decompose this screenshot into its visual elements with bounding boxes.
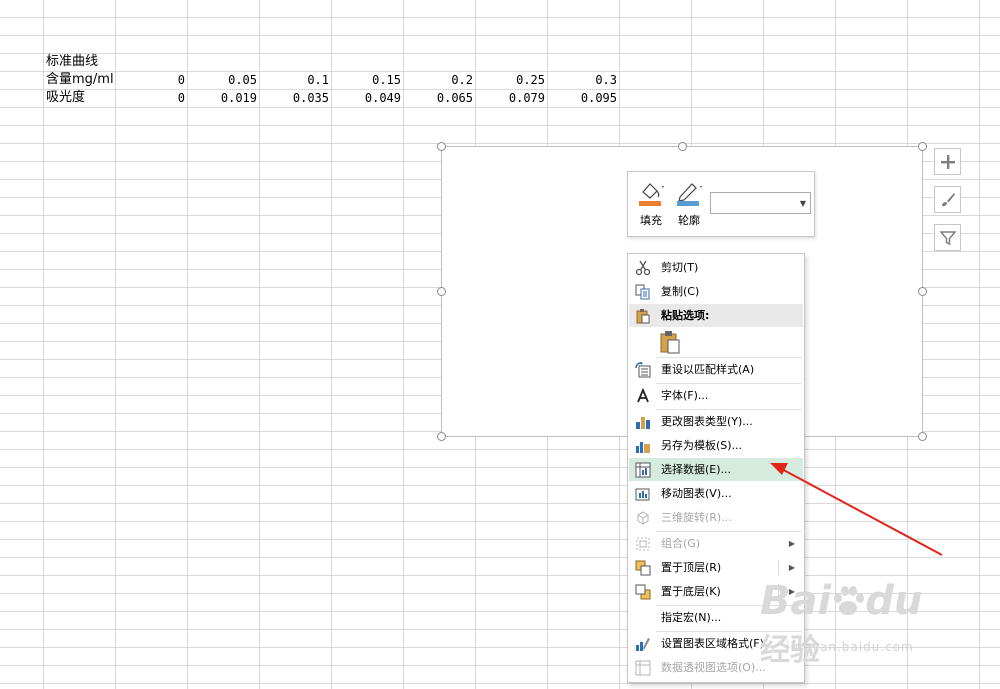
menu-item-label: 设置图表区域格式(F)... [661, 637, 775, 650]
chart-element-dropdown[interactable]: ▼ [710, 192, 811, 214]
absorbance-label-cell[interactable]: 吸光度 [46, 89, 85, 107]
bring-to-front-icon [635, 560, 651, 576]
save-template-icon [636, 442, 650, 453]
menu-item-save-as-template[interactable]: 另存为模板(S)... [629, 434, 803, 457]
menu-item-label: 置于底层(K) [661, 585, 721, 598]
resize-handle-top-left[interactable] [437, 142, 446, 151]
absorbance-value-cell[interactable]: 0.095 [551, 89, 617, 107]
menu-item-label: 组合(G) [661, 537, 701, 550]
content-value-cell[interactable]: 0 [119, 71, 185, 89]
brush-icon [941, 192, 955, 206]
watermark: Bai du 经验 jingyan.baidu.com [760, 578, 960, 668]
menu-item-label: 移动图表(V)... [661, 487, 732, 500]
copy-icon [635, 284, 650, 300]
menu-item-label: 选择数据(E)... [661, 463, 732, 476]
paw-logo-icon [834, 586, 865, 615]
sheet-title-cell[interactable]: 标准曲线 [46, 53, 98, 71]
menu-item-label: 剪切(T) [661, 261, 699, 274]
watermark-url: jingyan.baidu.com [786, 640, 914, 654]
send-to-back-icon [635, 584, 651, 600]
resize-handle-bottom-left[interactable] [437, 432, 446, 441]
absorbance-value-cell[interactable]: 0.079 [479, 89, 545, 107]
menu-item-reset-style[interactable]: 重设以匹配样式(A) [629, 358, 803, 381]
resize-handle-top-right[interactable] [918, 142, 927, 151]
fill-button[interactable]: 填充 [634, 178, 668, 230]
menu-item-label: 置于顶层(R) [661, 561, 722, 574]
filter-icon [939, 230, 956, 245]
absorbance-value-cell[interactable]: 0.035 [263, 89, 329, 107]
3d-rotation-icon [637, 511, 649, 525]
watermark-brand-suffix: du [865, 578, 923, 624]
menu-item-label: 重设以匹配样式(A) [661, 363, 755, 376]
menu-item-label: 另存为模板(S)... [661, 439, 743, 452]
menu-item-font[interactable]: 字体(F)... [629, 384, 803, 407]
outline-button[interactable]: 轮廓 [672, 178, 706, 230]
content-value-cell[interactable]: 0.3 [551, 71, 617, 89]
resize-handle-left[interactable] [437, 287, 446, 296]
resize-handle-right[interactable] [918, 287, 927, 296]
content-value-cell[interactable]: 0.2 [407, 71, 473, 89]
menu-item-label: 字体(F)... [661, 389, 709, 402]
chart-filters-button[interactable] [934, 224, 961, 251]
absorbance-value-cell[interactable]: 0 [119, 89, 185, 107]
content-value-cell[interactable]: 0.05 [191, 71, 257, 89]
chart-styles-button[interactable] [934, 186, 961, 213]
format-chart-area-icon [636, 638, 650, 651]
menu-item-copy[interactable]: 复制(C) [629, 280, 803, 303]
select-data-icon [635, 462, 651, 478]
content-value-cell[interactable]: 0.1 [263, 71, 329, 89]
fill-label: 填充 [640, 214, 662, 227]
watermark-brand: Bai [760, 578, 832, 624]
menu-item-label: 指定宏(N)... [661, 611, 722, 624]
resize-handle-bottom-right[interactable] [918, 432, 927, 441]
menu-item-change-chart-type[interactable]: 更改图表类型(Y)... [629, 410, 803, 433]
clipboard-icon [660, 331, 680, 354]
absorbance-value-cell[interactable]: 0.049 [335, 89, 401, 107]
outline-label: 轮廓 [678, 214, 700, 227]
content-label-cell[interactable]: 含量mg/ml [46, 71, 114, 89]
menu-item-label: 更改图表类型(Y)... [661, 415, 753, 428]
paste-icon [636, 309, 650, 324]
pivot-options-icon [635, 660, 651, 676]
menu-item-cut[interactable]: 剪切(T) [629, 256, 803, 279]
annotation-arrow [770, 463, 943, 556]
plus-icon [940, 154, 955, 169]
menu-paste-options-header: 粘贴选项: [629, 304, 803, 327]
font-icon [637, 388, 649, 403]
absorbance-value-cell[interactable]: 0.065 [407, 89, 473, 107]
content-value-cell[interactable]: 0.25 [479, 71, 545, 89]
menu-item-label: 粘贴选项: [661, 309, 710, 322]
chart-elements-button[interactable] [934, 148, 961, 175]
menu-item-label: 三维旋转(R)... [661, 511, 732, 524]
paste-keep-format-button[interactable] [658, 330, 682, 354]
menu-item-label: 复制(C) [661, 285, 700, 298]
menu-item-label: 数据透视图选项(O)... [661, 661, 766, 674]
paint-bucket-icon [639, 183, 664, 206]
reset-style-icon [635, 362, 651, 378]
scissors-icon [635, 260, 651, 276]
mini-toolbar: 填充 轮廓 ▼ [627, 171, 815, 237]
chevron-down-icon: ▼ [799, 199, 806, 208]
group-icon [636, 537, 650, 551]
resize-handle-top[interactable] [678, 142, 687, 151]
absorbance-value-cell[interactable]: 0.019 [191, 89, 257, 107]
pen-icon [677, 183, 702, 206]
move-chart-icon [635, 488, 650, 501]
bar-chart-icon [636, 417, 650, 429]
content-value-cell[interactable]: 0.15 [335, 71, 401, 89]
